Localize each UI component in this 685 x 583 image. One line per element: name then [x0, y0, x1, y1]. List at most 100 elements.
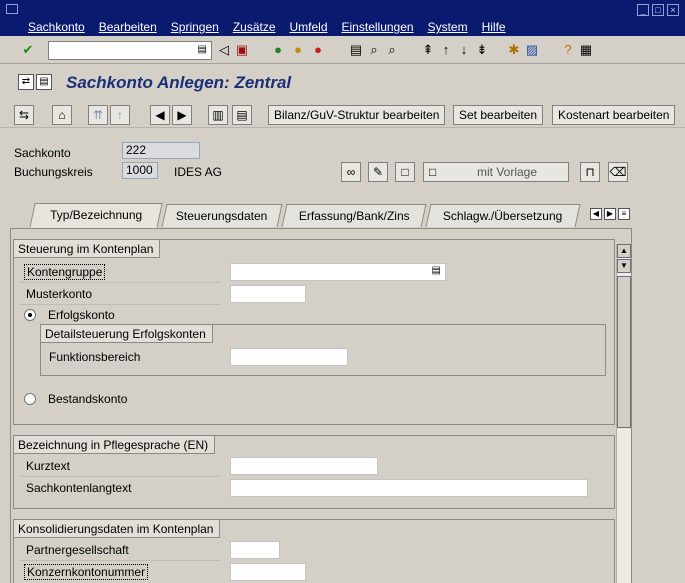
konzernkonto-row: Konzernkontonummer [14, 562, 616, 582]
previous-icon[interactable]: ◀ [150, 105, 170, 125]
system-menu-icon[interactable] [6, 4, 18, 14]
display-change-icon[interactable]: ⇄ [18, 74, 34, 90]
set-bearbeiten-button[interactable]: Set bearbeiten [453, 105, 544, 125]
window-buttons: _ □ × [637, 4, 679, 16]
next-icon[interactable]: ▶ [172, 105, 192, 125]
divider [20, 304, 220, 305]
menu-bar: Sachkonto Bearbeiten Springen Zusätze Um… [0, 0, 685, 36]
buchungskreis-field[interactable]: 1000 [122, 162, 158, 179]
group-bezeichnung: Bezeichnung in Pflegesprache (EN) Kurzte… [13, 435, 615, 509]
kontengruppe-input[interactable]: ▤ [230, 263, 446, 281]
application-toolbar: ⇆ ⌂ ⇈ ↑ ◀ ▶ ▥ ▤ Bilanz/GuV-Struktur bear… [0, 100, 685, 128]
print-preview-icon[interactable]: ▥ [208, 105, 228, 125]
maximize-icon[interactable]: □ [652, 4, 664, 16]
menu-system[interactable]: System [428, 20, 468, 34]
musterkonto-input[interactable] [230, 285, 306, 303]
help-icon[interactable]: ? [560, 42, 576, 58]
back-icon[interactable]: ● [270, 42, 286, 58]
layout-menu-icon[interactable]: ▦ [578, 42, 594, 58]
tab-scroll-right-icon[interactable]: ▶ [604, 208, 616, 220]
history-back-icon[interactable]: ◁ [216, 42, 232, 58]
glasses-display-icon[interactable]: ∞ [341, 162, 361, 182]
kurztext-input[interactable] [230, 457, 378, 475]
last-page-icon[interactable]: ⇟ [474, 42, 490, 58]
exit-icon[interactable]: ● [290, 42, 306, 58]
sachkonto-label: Sachkonto [14, 146, 71, 160]
find-icon[interactable]: ⌕ [366, 42, 382, 58]
menu-bearbeiten[interactable]: Bearbeiten [99, 20, 157, 34]
vertical-scrollbar[interactable]: ▲ ▼ [616, 244, 631, 583]
info-icon[interactable]: ▤ [232, 105, 252, 125]
tab-content: Steuerung im Kontenplan Kontengruppe ▤ M… [13, 239, 617, 583]
tab-erfassung-bank-zins[interactable]: Erfassung/Bank/Zins [281, 204, 427, 227]
print-icon[interactable]: ▤ [348, 42, 364, 58]
find-next-icon[interactable]: ⌕ [384, 42, 400, 58]
new-session-icon[interactable]: ✱ [506, 42, 522, 58]
buchungskreis-label: Buchungskreis [14, 165, 93, 179]
group-detailsteuerung: Detailsteuerung Erfolgskonten Funktionsb… [40, 324, 606, 376]
cancel-icon[interactable]: ● [310, 42, 326, 58]
bestandskonto-label: Bestandskonto [48, 392, 128, 406]
langtext-row: Sachkontenlangtext [14, 478, 616, 498]
partnergesellschaft-input[interactable] [230, 541, 280, 559]
next-page-icon[interactable]: ↓ [456, 42, 472, 58]
menu-sachkonto[interactable]: Sachkonto [28, 20, 85, 34]
bilanz-guv-struktur-button[interactable]: Bilanz/GuV-Struktur bearbeiten [268, 105, 446, 125]
sachkonto-field[interactable]: 222 [122, 142, 200, 159]
copy-icon: □ [429, 165, 437, 179]
musterkonto-row: Musterkonto [14, 284, 616, 304]
first-page-icon[interactable]: ⇞ [420, 42, 436, 58]
tab-steuerungsdaten[interactable]: Steuerungsdaten [161, 204, 283, 227]
kontengruppe-label: Kontengruppe [24, 264, 106, 280]
konzernkonto-label: Konzernkontonummer [24, 564, 149, 580]
tab-typ-bezeichnung[interactable]: Typ/Bezeichnung [29, 203, 163, 228]
shortcut-icon[interactable]: ▨ [524, 42, 540, 58]
save-icon[interactable]: ▣ [234, 42, 250, 58]
value-help-icon[interactable]: ▤ [432, 265, 441, 276]
scrollbar-thumb[interactable] [617, 276, 631, 428]
first-entry-icon[interactable]: ⇈ [88, 105, 108, 125]
tab-scroll-left-icon[interactable]: ◀ [590, 208, 602, 220]
menu-zusaetze[interactable]: Zusätze [233, 20, 276, 34]
command-field[interactable]: ▤ [48, 41, 212, 60]
tab-schlagw-uebersetzung[interactable]: Schlagw./Übersetzung [425, 204, 581, 227]
value-help-icon[interactable]: ▤ [198, 44, 207, 55]
pencil-change-icon[interactable]: ✎ [368, 162, 388, 182]
delete-icon[interactable]: ⌫ [608, 162, 628, 182]
langtext-input[interactable] [230, 479, 588, 497]
tab-strip: Typ/Bezeichnung Steuerungsdaten Erfassun… [14, 203, 634, 228]
close-icon[interactable]: × [667, 4, 679, 16]
previous-page-icon[interactable]: ↑ [438, 42, 454, 58]
menu-einstellungen[interactable]: Einstellungen [342, 20, 414, 34]
document-icon[interactable]: ▤ [36, 74, 52, 90]
menu-umfeld[interactable]: Umfeld [290, 20, 328, 34]
minimize-icon[interactable]: _ [637, 4, 649, 16]
group-title: Detailsteuerung Erfolgskonten [41, 325, 213, 343]
lock-icon[interactable]: ⊓ [580, 162, 600, 182]
scroll-up-icon[interactable]: ▲ [617, 244, 631, 258]
title-icons: ⇄ ▤ [18, 74, 52, 90]
divider [20, 282, 220, 283]
other-account-icon[interactable]: ⇆ [14, 105, 34, 125]
enter-icon[interactable]: ✔ [20, 42, 36, 58]
create-icon[interactable]: □ [395, 162, 415, 182]
konzernkonto-input[interactable] [230, 563, 306, 581]
kostenart-bearbeiten-button[interactable]: Kostenart bearbeiten [552, 105, 676, 125]
divider [20, 560, 220, 561]
langtext-label: Sachkontenlangtext [26, 481, 132, 495]
menu-springen[interactable]: Springen [171, 20, 219, 34]
hierarchy-icon[interactable]: ⌂ [52, 105, 72, 125]
tab-list-icon[interactable]: ≡ [618, 208, 630, 220]
standard-toolbar: ✔ ▤ ◁ ▣ ● ● ● ▤ ⌕ ⌕ ⇞ ↑ ↓ ⇟ ✱ ▨ ? ▦ [0, 36, 685, 64]
scroll-down-icon[interactable]: ▼ [617, 259, 631, 273]
mit-vorlage-button[interactable]: □ mit Vorlage [423, 162, 569, 182]
funktionsbereich-input[interactable] [230, 348, 348, 366]
previous-entry-icon[interactable]: ↑ [110, 105, 130, 125]
funktionsbereich-label: Funktionsbereich [49, 350, 141, 364]
kurztext-row: Kurztext [14, 456, 616, 476]
bestandskonto-radio[interactable] [24, 393, 36, 405]
menu-hilfe[interactable]: Hilfe [482, 20, 506, 34]
mit-vorlage-label: mit Vorlage [476, 165, 538, 179]
erfolgskonto-radio[interactable] [24, 309, 36, 321]
group-konsolidierung: Konsolidierungsdaten im Kontenplan Partn… [13, 519, 615, 583]
